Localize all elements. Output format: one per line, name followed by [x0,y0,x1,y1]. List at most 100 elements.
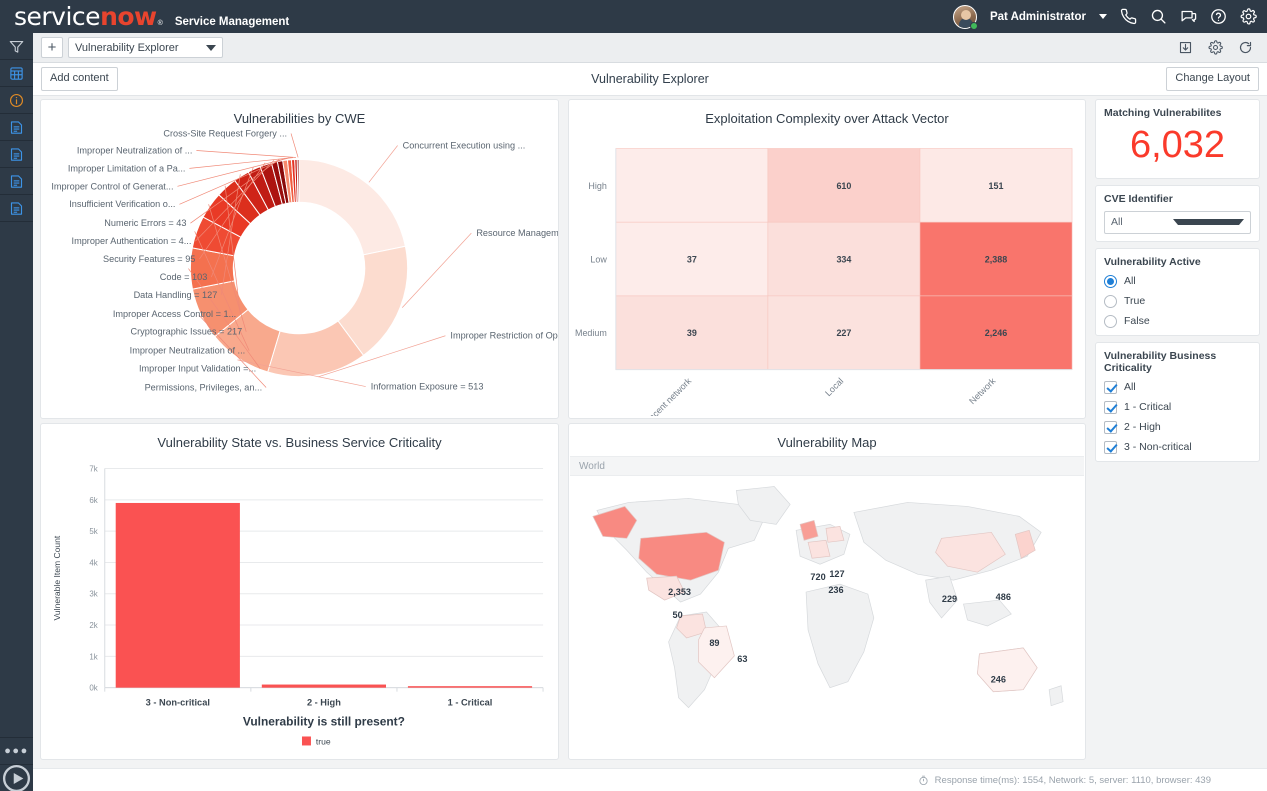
heatmap-value: 227 [836,328,851,338]
radio-option-false[interactable]: False [1104,314,1251,328]
cve-identifier-value: All [1111,216,1123,229]
report-icon [10,120,23,134]
dashboard-selector[interactable]: Vulnerability Explorer [68,37,223,58]
donut-label: Improper Input Validation =... [139,364,256,374]
brand-logo[interactable]: service now ® Service Management [0,4,289,29]
chevron-down-icon [1172,219,1244,226]
avatar[interactable] [952,4,978,30]
y-tick-label: 5k [89,527,97,536]
search-icon[interactable] [1150,8,1167,25]
phone-icon[interactable] [1120,8,1137,25]
heatmap-col-label: Adjacent network [638,376,694,416]
change-layout-button[interactable]: Change Layout [1166,67,1259,91]
map-value-label: 63 [737,654,747,664]
help-icon[interactable] [1210,8,1227,25]
add-content-button[interactable]: Add content [41,67,118,91]
refresh-icon[interactable] [1238,40,1253,55]
import-icon[interactable] [1178,40,1193,55]
heatmap-col-label: Network [967,376,998,407]
map-landmass [805,583,875,689]
rail-item-play[interactable] [0,764,33,791]
y-tick-label: 7k [89,465,97,474]
chevron-down-icon[interactable] [1099,14,1107,19]
bar[interactable] [407,686,533,688]
checkbox-icon [1104,400,1117,414]
map-region[interactable] [977,647,1038,693]
widget-vulnerability-state: Vulnerability State vs. Business Service… [40,423,559,760]
map-region[interactable] [825,525,845,543]
widget-title: Vulnerabilities by CWE [233,111,366,126]
add-tab-button[interactable]: + [41,37,63,58]
heatmap-value: 2,388 [985,255,1007,265]
checkbox-icon [1104,440,1117,454]
x-tick-label: 2 - High [307,698,341,708]
info-icon [9,93,24,107]
map-value-label: 89 [709,638,719,648]
donut-label: Security Features = 95 [103,254,195,264]
dashboard-selector-label: Vulnerability Explorer [75,41,179,54]
vulnerability-active-card: Vulnerability Active All True False [1095,247,1260,336]
widget-vulnerabilities-by-cwe: Vulnerabilities by CWE Concurrent Execut… [40,99,559,419]
trademark-symbol: ® [157,20,163,27]
report-icon [10,174,23,188]
donut-chart[interactable]: Concurrent Execution using ... Resource M… [41,126,558,416]
donut-slice[interactable] [296,158,300,203]
x-axis-label: Vulnerability is still present? [243,715,405,729]
donut-label: Improper Neutralization of ... [77,145,193,155]
cve-identifier-select[interactable]: All [1104,210,1251,234]
donut-label: Permissions, Privileges, an... [145,383,263,393]
rail-item-more-options[interactable]: ●●● [0,737,33,764]
rail-item-report-3[interactable] [0,168,33,195]
heatmap-value: 2,246 [985,328,1007,338]
report-icon [10,201,23,215]
map-value-label: 50 [672,610,682,620]
donut-label: Improper Authentication = 4... [72,236,192,246]
rail-item-dashboard[interactable] [0,60,33,87]
map-scope-bar[interactable]: World [570,456,1084,476]
heatmap-chart[interactable]: 610 151 High 37 334 2,388 Low 39 227 2,246 Medium A… [569,126,1085,416]
rail-item-report-1[interactable] [0,114,33,141]
checkbox-option-noncritical[interactable]: 3 - Non-critical [1104,440,1251,454]
donut-label: Insufficient Verification o... [69,199,175,209]
donut-label: Cross-Site Request Forgery ... [163,129,287,139]
map-value-label: 486 [996,592,1011,602]
rail-item-report-2[interactable] [0,141,33,168]
heatmap-col-label: Local [823,376,845,398]
y-tick-label: 2k [89,621,97,630]
y-tick-label: 1k [89,652,97,661]
left-nav-rail: ●●● [0,33,33,791]
checkbox-option-high[interactable]: 2 - High [1104,420,1251,434]
user-name-label[interactable]: Pat Administrator [990,11,1086,23]
radio-option-all[interactable]: All [1104,274,1251,288]
donut-label: Concurrent Execution using ... [403,140,526,150]
filter-icon [9,40,24,53]
bar-chart[interactable]: 0k 1k 2k 3k 4k 5k 6k 7k 3 - Non-critical 2 - High… [41,450,558,757]
donut-label: Data Handling = 127 [134,290,218,300]
bar[interactable] [261,684,386,688]
status-footer: Response time(ms): 1554, Network: 5, ser… [33,768,1267,791]
map-scope-label: World [579,460,605,472]
business-criticality-card: Vulnerability Business Criticality All 1… [1095,341,1260,462]
chat-icon[interactable] [1180,8,1197,25]
gear-icon[interactable] [1208,40,1223,55]
rail-item-filter[interactable] [0,33,33,60]
world-map[interactable]: 2,353 50 89 63 720 127 236 229 486 246 [569,476,1085,758]
matching-vulnerabilities-card: Matching Vulnerabilites 6,032 [1095,99,1260,179]
checkbox-option-all[interactable]: All [1104,380,1251,394]
donut-label: Improper Access Control = 1... [113,309,236,319]
map-region[interactable] [807,539,831,559]
gear-icon[interactable] [1240,8,1257,25]
radio-option-true[interactable]: True [1104,294,1251,308]
donut-slice[interactable] [298,158,406,256]
donut-label: Code = 103 [160,272,208,282]
donut-label: Improper Limitation of a Pa... [68,163,186,173]
checkbox-icon [1104,380,1117,394]
heatmap-value: 334 [836,255,851,265]
checkbox-option-critical[interactable]: 1 - Critical [1104,400,1251,414]
rail-item-report-4[interactable] [0,195,33,222]
heatmap-cell[interactable] [615,148,769,223]
rail-item-info[interactable] [0,87,33,114]
bar[interactable] [115,502,240,688]
radio-label: False [1124,315,1150,328]
donut-label: Resource Management Errors ... [476,228,558,238]
